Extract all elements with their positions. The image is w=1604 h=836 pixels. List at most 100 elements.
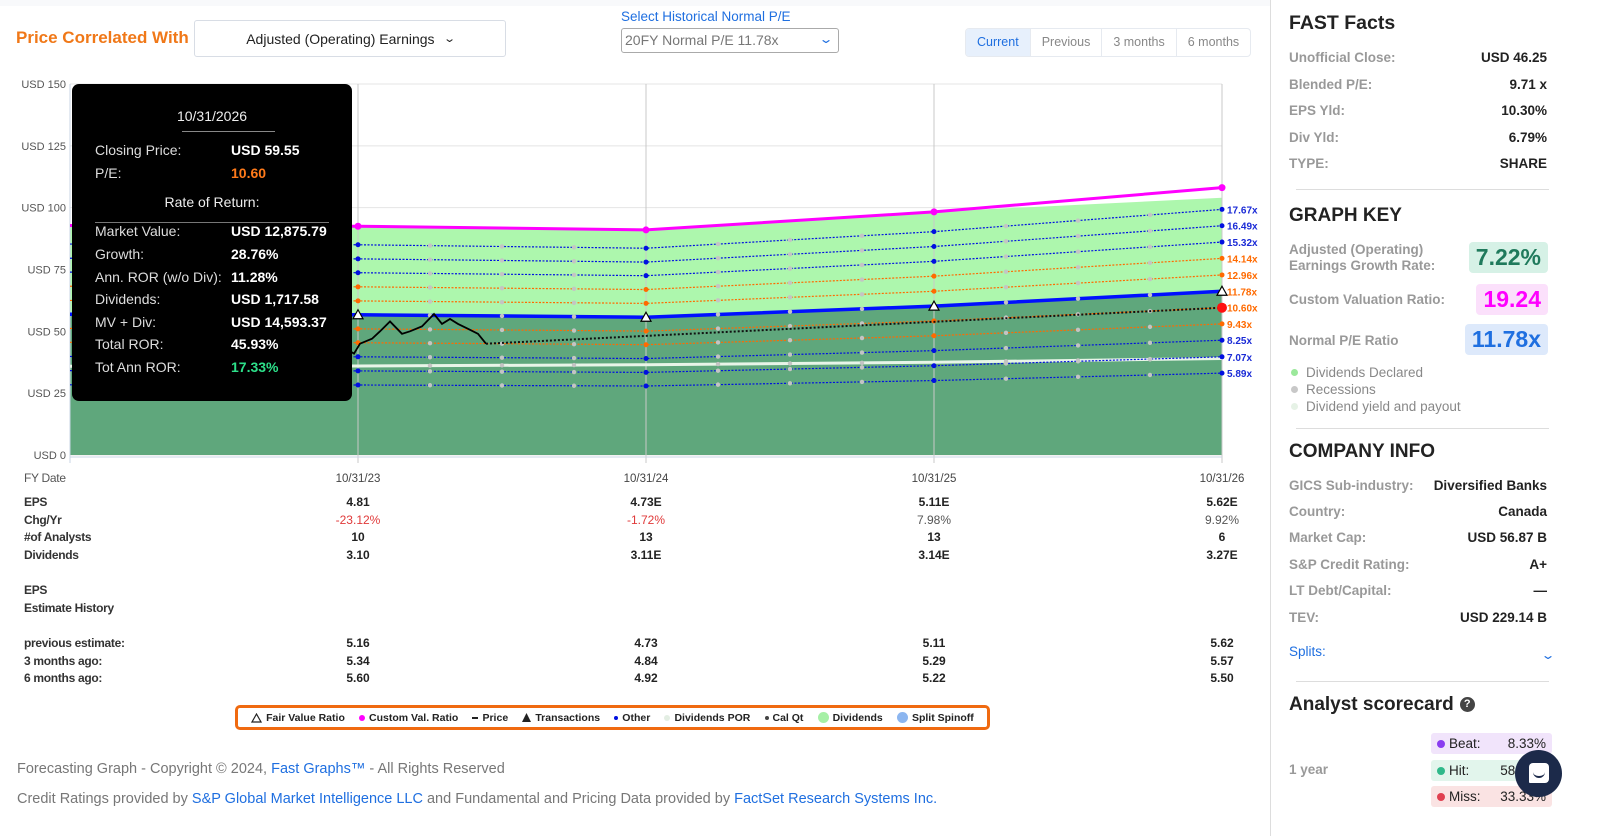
tab-3-months[interactable]: 3 months [1102,29,1177,56]
quarter-point [427,327,433,332]
quarter-point [859,379,865,385]
scorecard-value: 8.33% [1507,736,1546,751]
quarter-point [571,314,577,319]
tab-current[interactable]: Current [966,29,1031,56]
company-row: TEV: USD 229.14 B [1289,610,1547,625]
quarter-point [715,255,721,261]
legend-label: Price [482,711,509,724]
normal-pe-badge[interactable]: 11.78x [1464,324,1548,355]
quarter-point [427,299,433,304]
quarter-point [499,369,505,374]
legend-item-price[interactable]: Price [472,712,508,724]
history-cell: 4.73 [634,636,658,650]
legend-item-dividends[interactable]: Dividends [817,712,883,724]
growth-rate-label-line: Adjusted (Operating) [1289,242,1424,257]
company-label: LT Debt/Capital: [1289,583,1392,598]
correlated-metric-select[interactable]: Adjusted (Operating) Earnings ⌄ [194,20,506,57]
legend-label: Custom Val. Ratio [369,711,459,724]
pe-point [643,383,649,389]
pe-point [355,242,361,248]
quarter-point [571,369,577,375]
fast-graphs-page: Price Correlated With Adjusted (Operatin… [0,0,1604,836]
tooltip-value: 45.93% [231,336,279,352]
legend-item-cal-qt[interactable]: Cal Qt [764,712,803,724]
quarter-point [715,241,721,247]
historical-pe-select[interactable]: 20FY Normal P/E 11.78x ⌄ [621,28,839,53]
quarter-point [1003,223,1009,229]
quarter-point [1147,260,1153,266]
y-tick-label: USD 0 [34,450,66,462]
quarter-point [427,383,433,388]
legend-item-other[interactable]: Other [614,712,650,724]
help-icon[interactable]: ? [1459,697,1475,712]
history-cell: 5.22 [922,671,946,685]
quarter-point [787,381,793,386]
chat-launcher-button[interactable] [1515,750,1562,797]
company-label: Country: [1289,504,1346,519]
quarter-point [427,369,433,374]
table-cell: 3.27E [1206,548,1238,562]
eps-history-label: EPS [24,583,48,597]
tooltip-pe: P/E: 10.60 [95,165,266,181]
purple-dot-icon [1437,739,1445,748]
fact-value: 9.71 x [1509,77,1547,92]
quarter-point [499,363,505,368]
tab-previous[interactable]: Previous [1031,29,1103,56]
fast-facts-title: FAST Facts [1289,12,1396,34]
copyright-text: - All Rights Reserved [365,761,505,777]
quarter-point [787,352,793,357]
quarter-point [1147,372,1153,378]
triangle-filled-icon [522,713,532,722]
quarter-point [787,366,793,372]
fast-graphs-link[interactable]: Fast Graphs™ [271,761,365,777]
growth-rate-badge[interactable]: 7.22% [1468,242,1548,273]
pe-ratio-label: 15.32x [1227,238,1258,249]
growth-rate-label: Adjusted (Operating) Earnings Growth Rat… [1289,242,1435,274]
x-tick-label: 10/31/24 [624,473,669,485]
quarter-point [1075,280,1081,286]
pe-point [643,356,649,362]
quarter-point [1003,345,1009,351]
triangle-outline-icon [251,712,263,723]
tooltip-value: 11.28% [231,269,278,285]
quarter-point [859,365,865,370]
scorecard-period: 1 year [1289,762,1329,777]
dash-icon [472,716,479,719]
key-item-label: Dividends Declared [1306,365,1424,380]
legend-item-custom-val-ratio[interactable]: Custom Val. Ratio [359,712,458,724]
legend-label: Split Spinoff [911,711,974,724]
light-dot-icon [664,714,671,721]
quarter-point [1147,292,1153,298]
credits-text: Credit Ratings provided by [17,791,192,807]
key-item-dividend-yield: Dividend yield and payout [1291,398,1461,415]
quarter-point [1075,296,1081,301]
table-row-label: #of Analysts [24,530,92,544]
splits-toggle[interactable]: Splits: ⌄ [1289,644,1556,662]
quarter-point [787,295,793,300]
company-value: Diversified Banks [1433,478,1547,493]
custom-valuation-badge[interactable]: 19.24 [1476,284,1548,315]
factset-link[interactable]: FactSet Research Systems Inc. [734,791,937,807]
legend-item-dividends-por[interactable]: Dividends POR [664,712,750,724]
legend-item-fair-value-ratio[interactable]: Fair Value Ratio [251,712,345,724]
tab-6-months[interactable]: 6 months [1177,29,1250,56]
pe-point [355,256,361,262]
quarter-point [427,363,433,368]
legend-item-split-spinoff[interactable]: Split Spinoff [896,711,974,724]
table-cell: 3.10 [346,548,370,562]
company-row: GICS Sub-industry: Diversified Banks [1289,478,1547,493]
pe-ratio-label: 5.89x [1227,369,1252,380]
historical-pe-value: 20FY Normal P/E 11.78x [625,32,779,48]
quarter-point [787,323,793,329]
x-tick-label: 10/31/23 [336,473,381,485]
history-cell: 4.92 [634,671,658,685]
quarter-point [499,327,505,333]
sp-global-link[interactable]: S&P Global Market Intelligence LLC [192,791,423,807]
legend-item-transactions[interactable]: Transactions [522,712,600,724]
quarter-point [427,271,433,276]
custom-valuation-label: Custom Valuation Ratio: [1289,292,1446,307]
top-strip [0,0,1300,6]
quarter-point [787,309,793,314]
legend-label: Transactions [535,711,601,724]
quarter-point [1003,239,1009,244]
